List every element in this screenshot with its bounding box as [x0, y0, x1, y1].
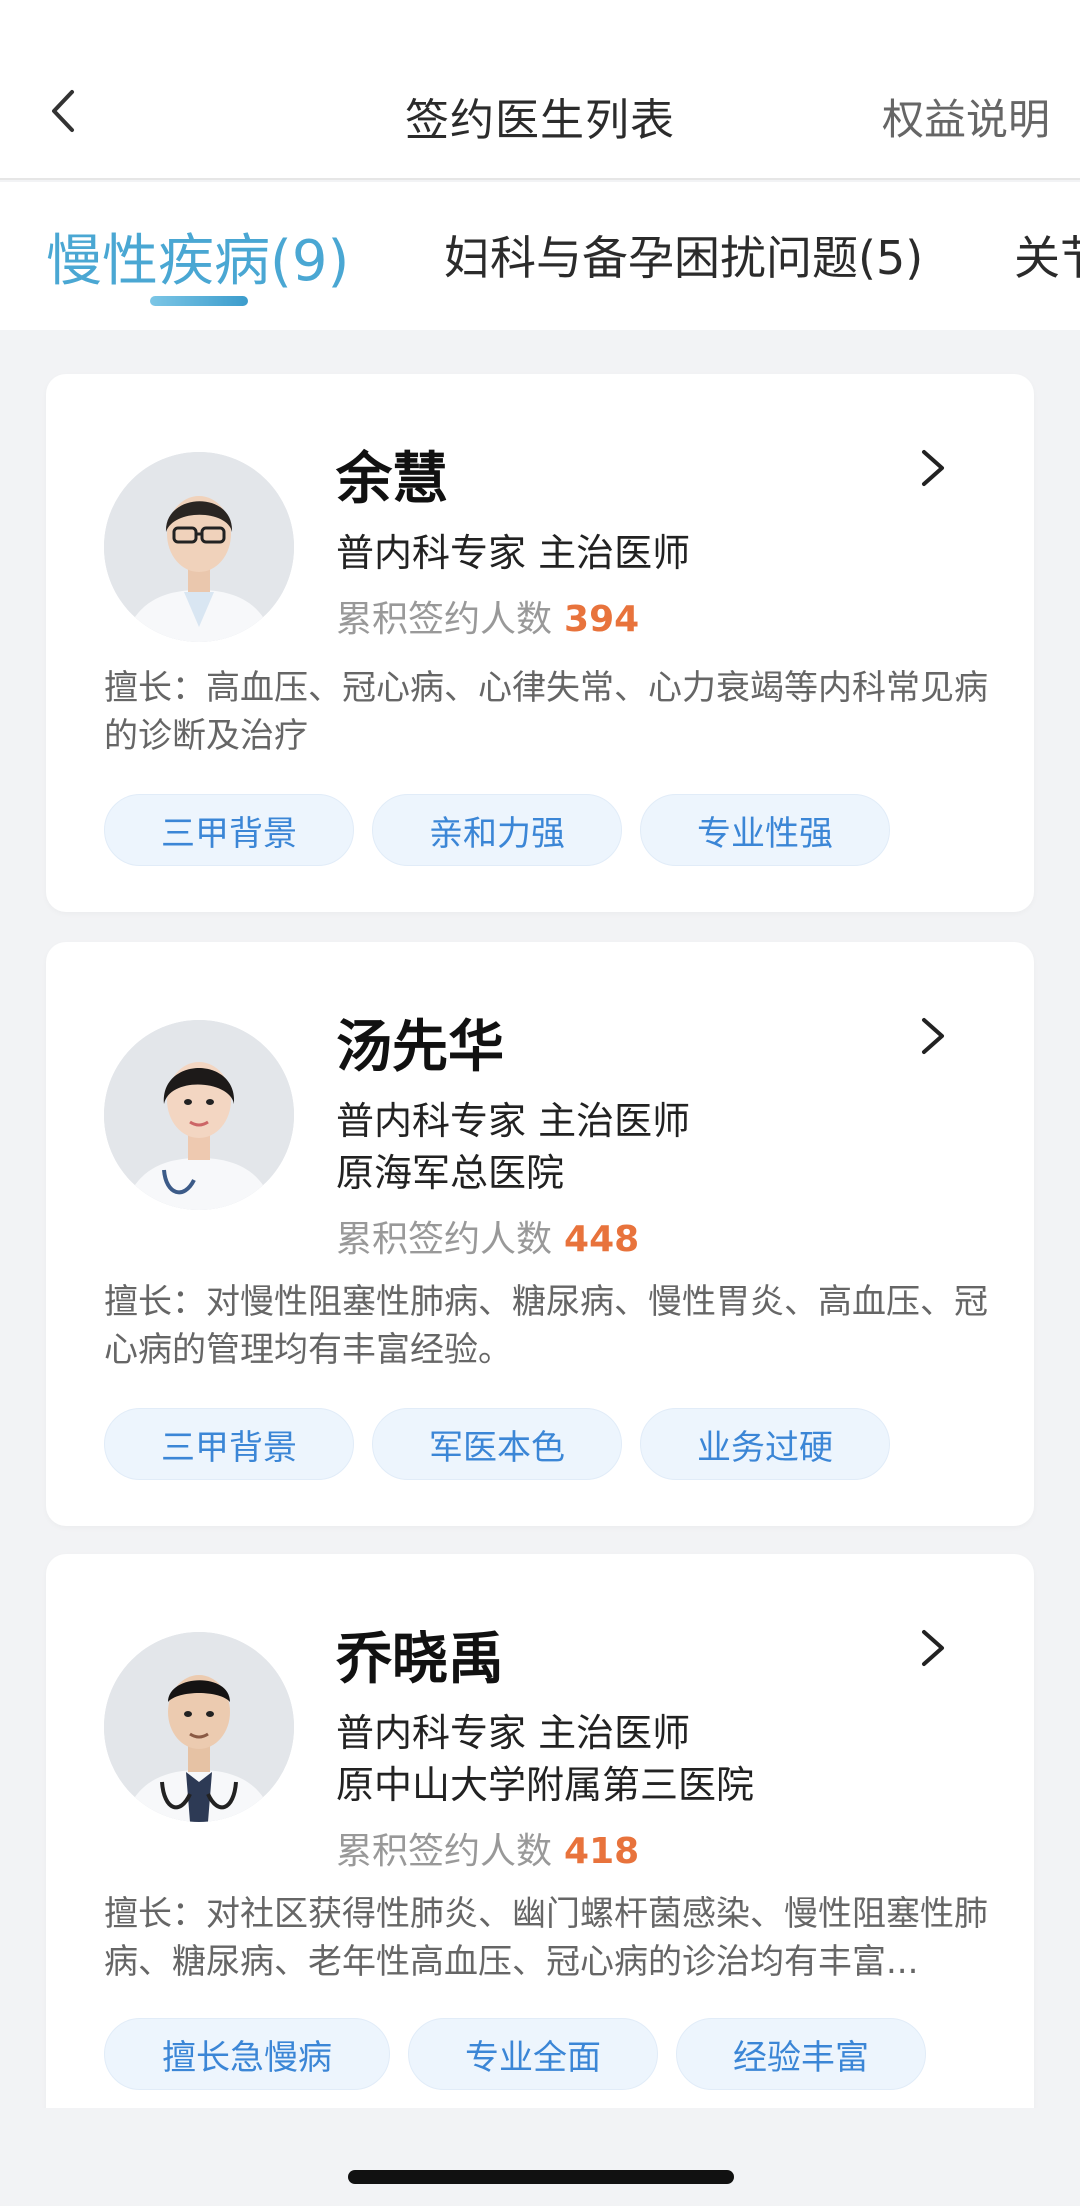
- doctor-title: 普内科专家 主治医师: [336, 531, 691, 575]
- signed-count-value: 418: [564, 1831, 640, 1872]
- tag: 三甲背景: [104, 794, 354, 866]
- page: 签约医生列表 权益说明 慢性疾病(9) 妇科与备孕困扰问题(5) 关节 余慧: [0, 0, 1080, 2206]
- tab-chronic-disease[interactable]: 慢性疾病(9): [46, 216, 349, 297]
- chevron-right-icon[interactable]: [918, 1014, 948, 1058]
- doctor-hospital: 原海军总医院: [336, 1151, 565, 1195]
- doctor-card[interactable]: 汤先华 普内科专家 主治医师 原海军总医院 累积签约人数 448 擅长：对慢性阻塞…: [46, 942, 1034, 1526]
- rights-description-link[interactable]: 权益说明: [882, 86, 1050, 147]
- doctor-name: 余慧: [336, 447, 448, 512]
- doctor-avatar: [104, 1020, 294, 1210]
- tag: 业务过硬: [640, 1408, 890, 1480]
- tab-gynecology-pregnancy[interactable]: 妇科与备孕困扰问题(5): [444, 222, 923, 288]
- signed-count-label: 累积签约人数: [336, 1831, 553, 1872]
- doctor-specialty: 擅长：对社区获得性肺炎、幽门螺杆菌感染、慢性阻塞性肺病、糖尿病、老年性高血压、冠…: [104, 1894, 988, 1982]
- signed-count-row: 累积签约人数 448: [336, 1210, 639, 1262]
- signed-count-label: 累积签约人数: [336, 1219, 553, 1260]
- bottom-safe-area: [0, 2108, 1080, 2206]
- tag: 军医本色: [372, 1408, 622, 1480]
- signed-count-label: 累积签约人数: [336, 599, 553, 640]
- nav-bar: 签约医生列表 权益说明: [0, 0, 1080, 180]
- tag: 擅长急慢病: [104, 2018, 390, 2090]
- doctor-title: 普内科专家 主治医师: [336, 1099, 691, 1143]
- chevron-right-icon[interactable]: [918, 446, 948, 490]
- home-indicator[interactable]: [348, 2170, 734, 2184]
- signed-count-value: 394: [564, 599, 640, 640]
- active-tab-indicator: [150, 296, 248, 306]
- chevron-right-icon[interactable]: [918, 1626, 948, 1670]
- tag: 专业性强: [640, 794, 890, 866]
- tag: 经验丰富: [676, 2018, 926, 2090]
- doctor-card[interactable]: 余慧 普内科专家 主治医师 累积签约人数 394 擅长：高血压、冠心病、心律失常、…: [46, 374, 1034, 912]
- doctor-name: 汤先华: [336, 1015, 504, 1080]
- tag: 亲和力强: [372, 794, 622, 866]
- category-tabs: 慢性疾病(9) 妇科与备孕困扰问题(5) 关节: [0, 182, 1080, 330]
- signed-count-value: 448: [564, 1219, 640, 1260]
- doctor-card[interactable]: 乔晓禹 普内科专家 主治医师 原中山大学附属第三医院 累积签约人数 418 擅长：…: [46, 1554, 1034, 2154]
- doctor-specialty: 擅长：对慢性阻塞性肺病、糖尿病、慢性胃炎、高血压、冠心病的管理均有丰富经验。: [104, 1282, 988, 1370]
- signed-count-row: 累积签约人数 394: [336, 590, 639, 642]
- doctor-avatar: [104, 452, 294, 642]
- tab-joint[interactable]: 关节: [1014, 222, 1080, 288]
- doctor-title: 普内科专家 主治医师: [336, 1711, 691, 1755]
- signed-count-row: 累积签约人数 418: [336, 1822, 639, 1874]
- tag: 专业全面: [408, 2018, 658, 2090]
- doctor-name: 乔晓禹: [336, 1627, 504, 1692]
- doctor-avatar: [104, 1632, 294, 1822]
- tag: 三甲背景: [104, 1408, 354, 1480]
- doctor-hospital: 原中山大学附属第三医院: [336, 1763, 755, 1807]
- doctor-specialty: 擅长：高血压、冠心病、心律失常、心力衰竭等内科常见病的诊断及治疗: [104, 668, 988, 756]
